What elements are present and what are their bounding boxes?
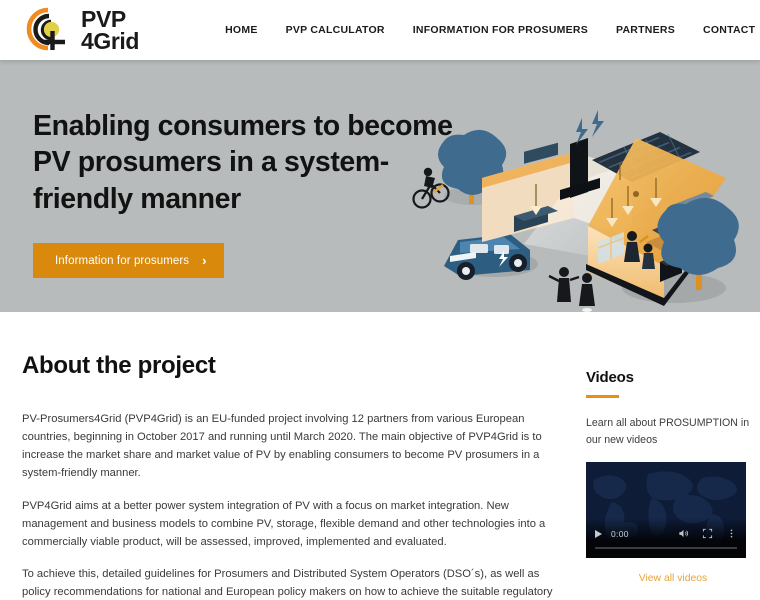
fullscreen-icon[interactable] [702,528,713,539]
pvp4grid-logo-mark-icon [22,6,74,54]
video-controls: 0:00 [586,526,746,542]
logo-wordmark: PVP 4Grid [81,5,140,54]
about-paragraph-2: PVP4Grid aims at a better power system i… [22,499,546,548]
sidebar: Videos Learn all about PROSUMPTION in ou… [586,352,760,600]
nav-link-contact[interactable]: CONTACT [689,24,760,36]
main-column: About the project PV-Prosumers4Grid (PVP… [22,352,558,600]
chevron-right-icon: › [202,253,207,269]
logo-mark-svg [26,7,65,51]
more-options-icon[interactable] [726,528,737,539]
about-paragraph-1: PV-Prosumers4Grid (PVP4Grid) is an EU-fu… [22,413,542,480]
hero-cta-label: Information for prosumers [55,254,190,267]
video-time: 0:00 [611,528,629,539]
volume-icon[interactable] [678,528,689,539]
sidebar-videos-title: Videos [586,369,634,386]
video-progress-bar[interactable] [595,546,737,549]
sidebar-title-underline [586,395,619,398]
nav-link-partners[interactable]: PARTNERS [602,24,689,36]
play-icon[interactable] [595,529,602,538]
logo-line-2: 4Grid [81,28,140,54]
nav-link-information-for-prosumers[interactable]: INFORMATION FOR PROSUMERS [399,24,602,36]
hero-cta-button[interactable]: Information for prosumers › [33,243,224,279]
logo-line-1: PVP [81,5,126,32]
nav-link-pvp-calculator[interactable]: PVP CALCULATOR [272,24,399,36]
hero-title: Enabling consumers to become PV prosumer… [33,110,453,215]
site-logo[interactable]: PVP 4Grid [22,6,139,54]
hero-banner: Enabling consumers to become PV prosumer… [0,60,760,312]
page-title: About the project [22,352,216,379]
sidebar-videos-intro: Learn all about PROSUMPTION in our new v… [586,417,750,446]
video-player[interactable]: 0:00 [586,461,746,558]
about-paragraph-3: To achieve this, detailed guidelines for… [22,567,553,599]
nav-link-home[interactable]: HOME [211,24,272,36]
main-navigation: HOME PVP CALCULATOR INFORMATION FOR PROS… [211,23,760,38]
view-all-videos-link[interactable]: View all videos [586,573,760,584]
site-header: PVP 4Grid HOME PVP CALCULATOR INFORMATIO… [0,0,760,60]
hero-copy: Enabling consumers to become PV prosumer… [33,108,453,279]
couple [548,267,595,312]
content-area: About the project PV-Prosumers4Grid (PVP… [0,312,760,600]
